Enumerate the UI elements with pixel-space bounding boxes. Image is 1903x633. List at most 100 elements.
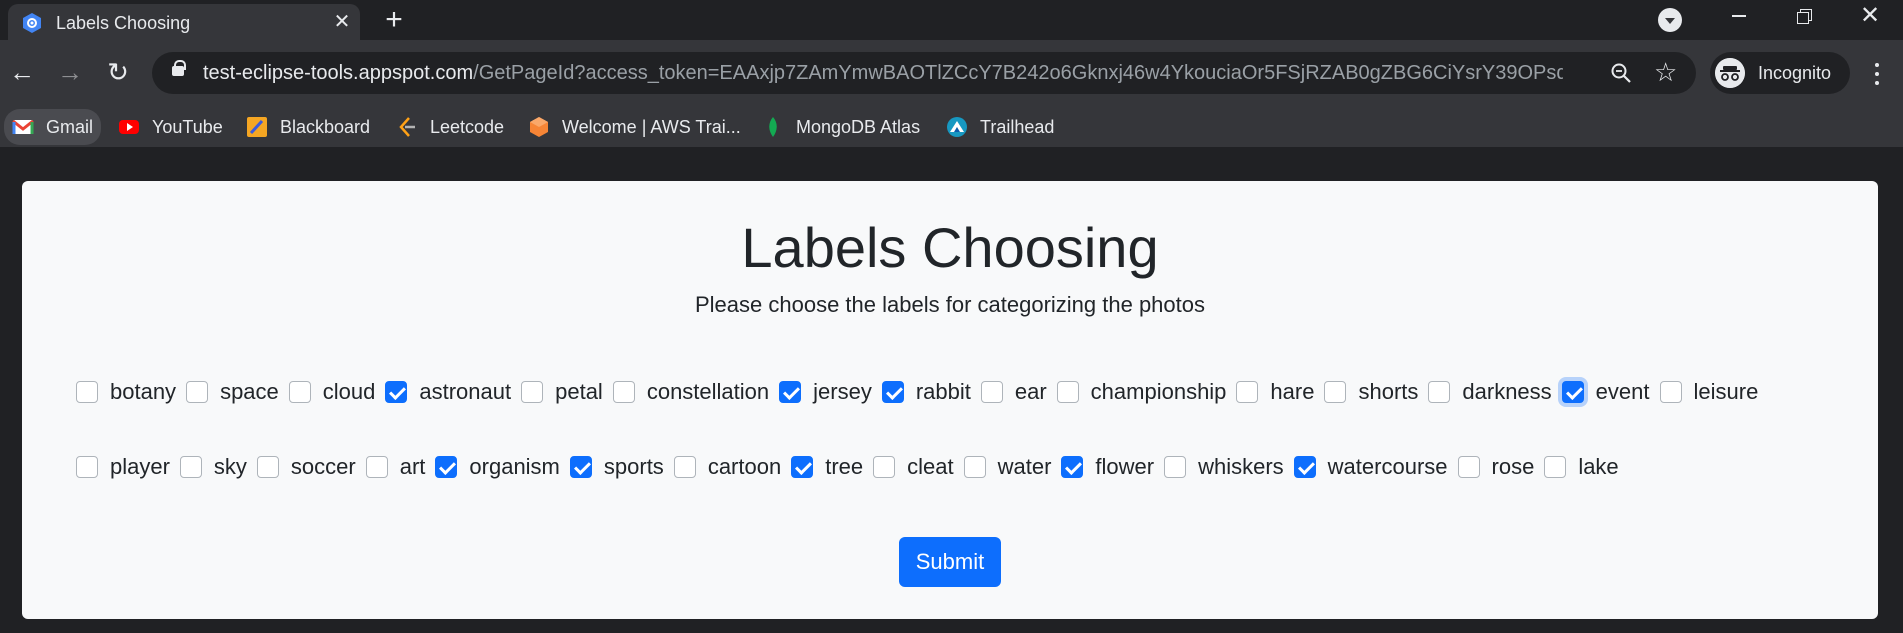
label-checkbox[interactable]: [1056, 381, 1079, 403]
minimize-button[interactable]: [1710, 0, 1766, 36]
label-option[interactable]: jersey: [779, 379, 872, 405]
label-checkbox[interactable]: [521, 381, 544, 403]
lock-icon[interactable]: [172, 60, 186, 76]
label-option[interactable]: botany: [76, 379, 176, 405]
label-checkbox[interactable]: [569, 456, 592, 478]
label-option[interactable]: whiskers: [1164, 454, 1284, 480]
label-option[interactable]: rose: [1457, 454, 1535, 480]
label-option[interactable]: sky: [179, 454, 247, 480]
label-option[interactable]: ear: [980, 379, 1047, 405]
label-option[interactable]: lake: [1544, 454, 1619, 480]
label-text: constellation: [646, 379, 770, 404]
label-option[interactable]: championship: [1056, 379, 1227, 405]
bookmark-aws[interactable]: Welcome | AWS Trai...: [528, 109, 741, 145]
browser-menu-icon[interactable]: [1862, 59, 1892, 89]
bookmark-youtube[interactable]: YouTube: [118, 109, 223, 145]
label-option[interactable]: tree: [791, 454, 863, 480]
label-option[interactable]: sports: [569, 454, 664, 480]
label-option[interactable]: rabbit: [881, 379, 971, 405]
label-checkbox[interactable]: [186, 381, 209, 403]
tab-close-icon[interactable]: ✕: [330, 10, 354, 34]
submit-button[interactable]: Submit: [899, 537, 1001, 587]
label-checkbox[interactable]: [435, 456, 458, 478]
label-option[interactable]: darkness: [1428, 379, 1552, 405]
label-text: sky: [213, 454, 247, 479]
label-option[interactable]: cleat: [873, 454, 954, 480]
label-text: shorts: [1358, 379, 1419, 404]
label-checkbox[interactable]: [1164, 456, 1187, 478]
new-tab-button[interactable]: +: [378, 5, 410, 35]
bookmark-label: Trailhead: [980, 116, 1055, 137]
browser-toolbar: ← → ↻ test-eclipse-tools.appspot.com/Get…: [0, 40, 1903, 107]
label-checkbox[interactable]: [76, 456, 98, 478]
label-option[interactable]: astronaut: [385, 379, 511, 405]
label-checkbox[interactable]: [673, 456, 696, 478]
label-option[interactable]: hare: [1236, 379, 1314, 405]
label-checkbox[interactable]: [963, 456, 986, 478]
label-option[interactable]: water: [963, 454, 1051, 480]
label-option[interactable]: shorts: [1324, 379, 1418, 405]
label-checkbox[interactable]: [179, 456, 202, 478]
back-arrow-icon[interactable]: ←: [6, 57, 38, 89]
label-text: astronaut: [419, 379, 512, 404]
browser-tab[interactable]: Labels Choosing ✕: [8, 4, 360, 40]
label-checkbox[interactable]: [288, 381, 311, 403]
label-option[interactable]: organism: [435, 454, 560, 480]
label-option[interactable]: constellation: [612, 379, 770, 405]
label-checkbox[interactable]: [612, 381, 635, 403]
label-text: rose: [1491, 454, 1535, 479]
bookmark-star-icon[interactable]: ☆: [1654, 58, 1677, 86]
label-option[interactable]: flower: [1061, 454, 1154, 480]
label-option[interactable]: watercourse: [1293, 454, 1448, 480]
label-checkbox[interactable]: [1659, 381, 1682, 403]
label-checkbox[interactable]: [365, 456, 388, 478]
zoom-icon[interactable]: [1610, 62, 1632, 84]
label-checkbox[interactable]: [256, 456, 279, 478]
url-text[interactable]: test-eclipse-tools.appspot.com/GetPageId…: [203, 62, 1563, 85]
label-option[interactable]: event: [1561, 379, 1650, 405]
restore-button[interactable]: [1776, 0, 1832, 36]
blackboard-icon: [247, 117, 267, 137]
label-text: player: [110, 454, 170, 479]
reload-icon[interactable]: ↻: [102, 57, 134, 89]
bookmark-mongodb[interactable]: MongoDB Atlas: [762, 109, 920, 145]
label-checkbox[interactable]: [1428, 381, 1451, 403]
forward-arrow-icon[interactable]: →: [54, 57, 86, 89]
label-option[interactable]: player: [76, 454, 170, 480]
gmail-icon: [12, 119, 34, 134]
bookmark-leetcode[interactable]: Leetcode: [396, 109, 504, 145]
label-checkbox[interactable]: [881, 381, 904, 403]
incognito-badge[interactable]: Incognito: [1710, 52, 1850, 94]
label-text: sports: [603, 454, 664, 479]
label-text: hare: [1270, 379, 1315, 404]
label-checkbox[interactable]: [1544, 456, 1567, 478]
bookmark-trailhead[interactable]: Trailhead: [946, 109, 1054, 145]
label-option[interactable]: leisure: [1659, 379, 1758, 405]
label-checkbox[interactable]: [76, 381, 98, 403]
label-checkbox[interactable]: [791, 456, 814, 478]
label-checkbox[interactable]: [1236, 381, 1259, 403]
label-checkbox[interactable]: [1324, 381, 1347, 403]
label-checkbox[interactable]: [1561, 381, 1584, 403]
label-checkbox[interactable]: [1293, 456, 1316, 478]
bookmark-gmail[interactable]: Gmail: [4, 109, 102, 145]
label-text: championship: [1090, 379, 1227, 404]
window-close-button[interactable]: ✕: [1842, 0, 1898, 36]
label-checkbox[interactable]: [779, 381, 802, 403]
label-checkbox[interactable]: [1457, 456, 1480, 478]
tab-search-icon[interactable]: [1658, 8, 1682, 32]
label-checkbox[interactable]: [385, 381, 408, 403]
address-bar[interactable]: test-eclipse-tools.appspot.com/GetPageId…: [152, 52, 1696, 94]
label-checkbox[interactable]: [873, 456, 896, 478]
label-option[interactable]: art: [365, 454, 425, 480]
label-option[interactable]: petal: [521, 379, 603, 405]
label-text: soccer: [290, 454, 356, 479]
label-checkbox[interactable]: [1061, 456, 1084, 478]
label-option[interactable]: cartoon: [673, 454, 781, 480]
bookmark-blackboard[interactable]: Blackboard: [246, 109, 370, 145]
label-option[interactable]: space: [186, 379, 279, 405]
label-option[interactable]: cloud: [288, 379, 375, 405]
label-text: event: [1595, 379, 1650, 404]
label-option[interactable]: soccer: [256, 454, 356, 480]
label-checkbox[interactable]: [980, 381, 1003, 403]
